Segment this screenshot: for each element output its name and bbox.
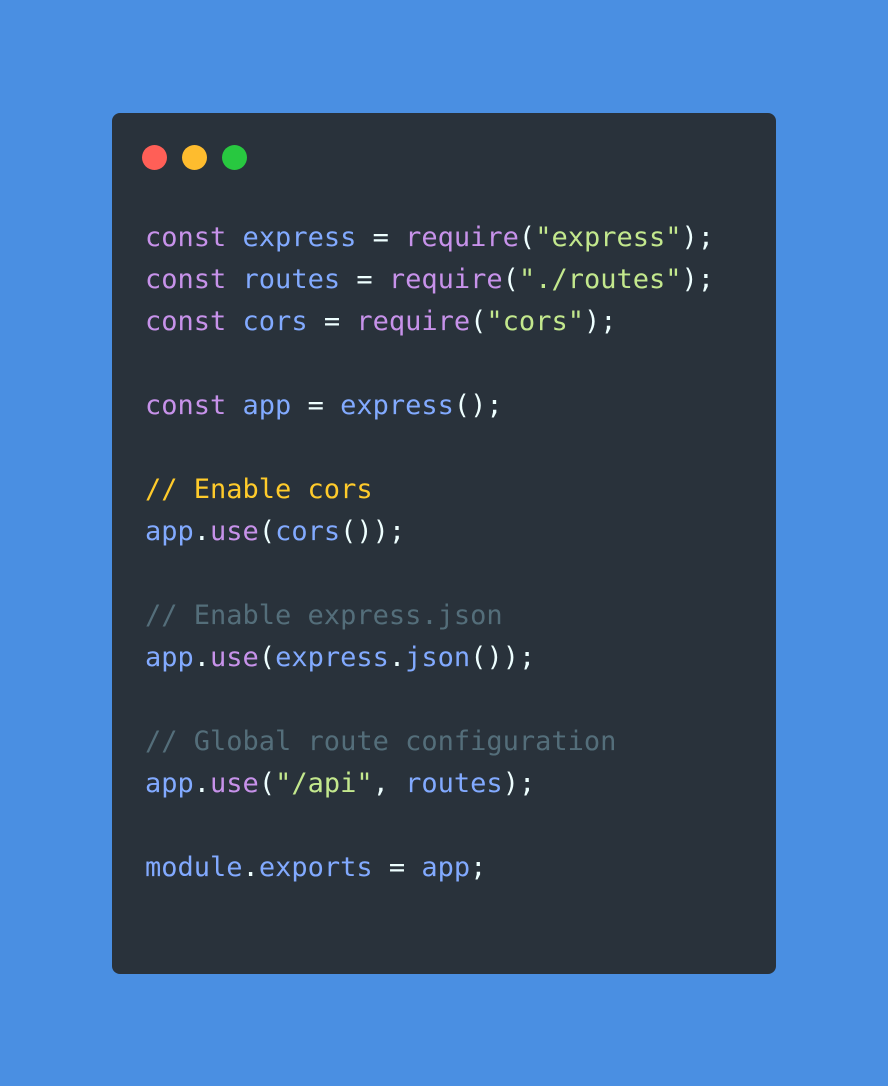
code-token-identifier: routes [242, 264, 341, 295]
code-token-punctuation: . [242, 852, 259, 883]
code-token-punctuation: ( [258, 642, 276, 673]
code-token-keyword: use [210, 768, 259, 799]
code-token-punctuation: ( [470, 306, 487, 337]
code-line: module.exports = app; [145, 847, 714, 889]
code-token-punctuation [226, 306, 242, 337]
code-token-keyword: const [145, 390, 227, 421]
code-token-punctuation: ); [583, 306, 617, 337]
code-line: app.use("/api", routes); [145, 763, 714, 805]
code-token-punctuation: = [291, 390, 341, 421]
code-window: const express = require("express"); const… [112, 113, 776, 974]
code-token-identifier: exports [258, 852, 373, 883]
code-token-identifier: express [340, 390, 454, 421]
code-token-keyword: require [405, 222, 519, 253]
code-token-punctuation: ()); [470, 642, 536, 673]
code-token-comment: // Enable express.json [145, 600, 503, 631]
code-token-punctuation: . [193, 516, 211, 547]
code-token-punctuation: ); [502, 768, 536, 799]
code-line: const cors = require("cors"); [145, 301, 714, 343]
code-token-punctuation: = [340, 264, 389, 295]
code-line: // Global route configuration [145, 721, 714, 763]
code-token-identifier: express [242, 222, 357, 253]
code-token-identifier: app [145, 516, 194, 547]
code-line: const app = express(); [145, 385, 714, 427]
code-token-punctuation: (); [453, 390, 503, 421]
code-token-punctuation: , [372, 768, 406, 799]
code-token-punctuation: . [388, 642, 406, 673]
code-token-punctuation: ( [502, 264, 519, 295]
code-token-punctuation: ( [518, 222, 536, 253]
code-token-identifier: app [145, 768, 194, 799]
code-token-punctuation [226, 264, 242, 295]
code-token-string: "cors" [486, 306, 584, 337]
code-line: const express = require("express"); [145, 217, 714, 259]
code-line: app.use(cors()); [145, 511, 714, 553]
code-token-keyword: const [145, 222, 227, 253]
code-line: // Enable express.json [145, 595, 714, 637]
code-token-comment-highlight: // Enable cors [145, 474, 373, 505]
code-token-identifier: app [421, 852, 471, 883]
code-token-keyword: use [210, 516, 259, 547]
code-line: const routes = require("./routes"); [145, 259, 714, 301]
code-token-identifier: module [145, 852, 243, 883]
code-token-punctuation: . [193, 642, 211, 673]
code-token-punctuation: = [372, 852, 422, 883]
code-token-punctuation [226, 390, 242, 421]
code-token-punctuation: ); [681, 222, 715, 253]
code-token-identifier: json [405, 642, 471, 673]
window-controls [142, 145, 247, 170]
code-token-identifier: cors [275, 516, 341, 547]
code-token-identifier: app [145, 642, 194, 673]
code-block: const express = require("express"); const… [145, 217, 714, 889]
code-token-keyword: require [356, 306, 471, 337]
code-token-identifier: cors [242, 306, 308, 337]
code-line: app.use(express.json()); [145, 637, 714, 679]
code-token-punctuation: = [307, 306, 357, 337]
code-token-punctuation: ( [258, 516, 276, 547]
code-token-identifier: express [275, 642, 389, 673]
close-dot-icon [142, 145, 167, 170]
code-token-keyword: require [388, 264, 503, 295]
code-token-comment: // Global route configuration [145, 726, 617, 757]
maximize-dot-icon [222, 145, 247, 170]
code-line: // Enable cors [145, 469, 714, 511]
code-token-punctuation [226, 222, 242, 253]
code-token-keyword: const [145, 306, 227, 337]
code-token-punctuation: ); [681, 264, 715, 295]
code-token-string: "./routes" [518, 264, 682, 295]
code-token-punctuation: ()); [340, 516, 406, 547]
code-token-keyword: const [145, 264, 227, 295]
code-token-identifier: app [242, 390, 292, 421]
code-token-punctuation: ( [258, 768, 276, 799]
minimize-dot-icon [182, 145, 207, 170]
code-token-string: "express" [535, 222, 682, 253]
code-token-keyword: use [210, 642, 259, 673]
code-token-identifier: routes [405, 768, 503, 799]
code-token-punctuation: = [356, 222, 406, 253]
code-token-punctuation: . [193, 768, 211, 799]
code-token-string: "/api" [275, 768, 373, 799]
code-token-punctuation: ; [470, 852, 487, 883]
